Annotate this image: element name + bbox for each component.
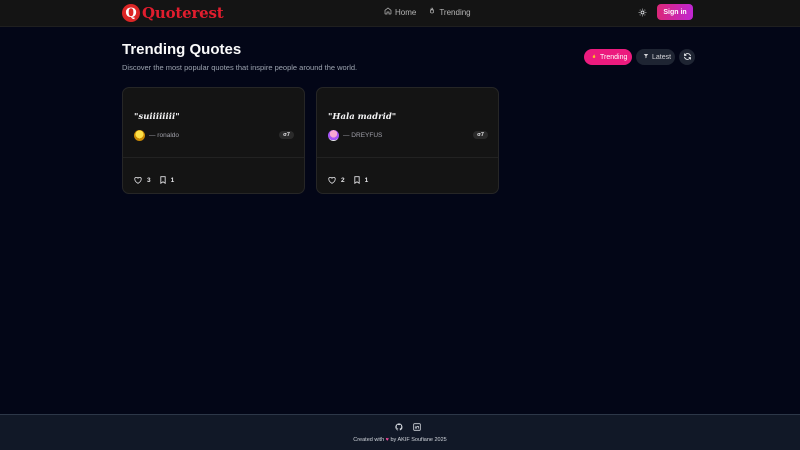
logo-q-icon: Q: [122, 4, 140, 22]
views-badge: σ7: [473, 131, 488, 139]
footer-credit: Created with ♥ by AKIF Soufiane 2025: [0, 437, 800, 443]
credit-suffix: by AKIF Soufiane 2025: [390, 437, 447, 443]
quote-card[interactable]: "Hala madrid" — DREYFUS σ7 2 1: [316, 87, 499, 194]
heart-icon: [328, 171, 336, 189]
theme-toggle-button[interactable]: [636, 7, 648, 19]
refresh-icon: [683, 48, 692, 66]
filter-icon: [643, 53, 649, 61]
avatar: [328, 130, 339, 141]
nav-trending-label: Trending: [439, 7, 471, 17]
author-name: — ronaldo: [149, 132, 179, 139]
nav-trending[interactable]: Trending: [428, 7, 471, 17]
filter-latest-label: Latest: [652, 53, 672, 61]
quote-card[interactable]: "suiiiiiiii" — ronaldo σ7 3 1: [122, 87, 305, 194]
avatar: [134, 130, 145, 141]
quote-text: "suiiiiiiii": [134, 112, 180, 122]
author-name: — DREYFUS: [343, 132, 383, 139]
save-count: 1: [364, 176, 369, 184]
github-icon[interactable]: [394, 422, 403, 431]
like-count: 2: [341, 176, 345, 184]
footer-social-links: [394, 422, 421, 431]
logo[interactable]: Q Quoterest: [122, 3, 224, 23]
card-actions: 2 1: [328, 171, 368, 189]
logo-text: Quoterest: [142, 4, 224, 22]
like-button[interactable]: 3: [134, 171, 151, 189]
sun-icon: [638, 4, 647, 22]
home-icon: [384, 7, 392, 17]
save-button[interactable]: 1: [160, 171, 175, 189]
save-count: 1: [170, 176, 175, 184]
card-actions: 3 1: [134, 171, 174, 189]
nav-home-label: Home: [395, 7, 417, 17]
like-count: 3: [147, 176, 151, 184]
linkedin-icon[interactable]: [412, 422, 421, 431]
credit-prefix: Created with: [353, 437, 385, 443]
filter-bar: Trending Latest: [584, 49, 695, 65]
footer: Created with ♥ by AKIF Soufiane 2025: [0, 414, 800, 450]
flame-icon: [591, 53, 597, 62]
heart-icon: ♥: [385, 437, 389, 443]
heart-icon: [134, 171, 142, 189]
nav-home[interactable]: Home: [384, 7, 416, 17]
page-subtitle: Discover the most popular quotes that in…: [122, 63, 358, 72]
card-divider: [317, 157, 498, 158]
top-navbar: Q Quoterest Home Trending Sign in: [0, 0, 800, 27]
views-badge: σ7: [279, 131, 294, 139]
quote-author[interactable]: — DREYFUS: [328, 130, 382, 141]
main-nav: Home Trending: [384, 7, 471, 17]
bookmark-icon: [354, 171, 360, 189]
sign-in-button[interactable]: Sign in: [657, 4, 693, 20]
refresh-button[interactable]: [679, 49, 695, 65]
quote-author[interactable]: — ronaldo: [134, 130, 179, 141]
save-button[interactable]: 1: [354, 171, 369, 189]
filter-trending-button[interactable]: Trending: [584, 49, 632, 65]
filter-latest-button[interactable]: Latest: [636, 49, 675, 65]
flame-icon: [428, 7, 436, 17]
quote-text: "Hala madrid": [328, 112, 397, 122]
like-button[interactable]: 2: [328, 171, 345, 189]
filter-trending-label: Trending: [600, 53, 628, 61]
card-divider: [123, 157, 304, 158]
bookmark-icon: [160, 171, 166, 189]
page-title: Trending Quotes: [122, 41, 242, 58]
